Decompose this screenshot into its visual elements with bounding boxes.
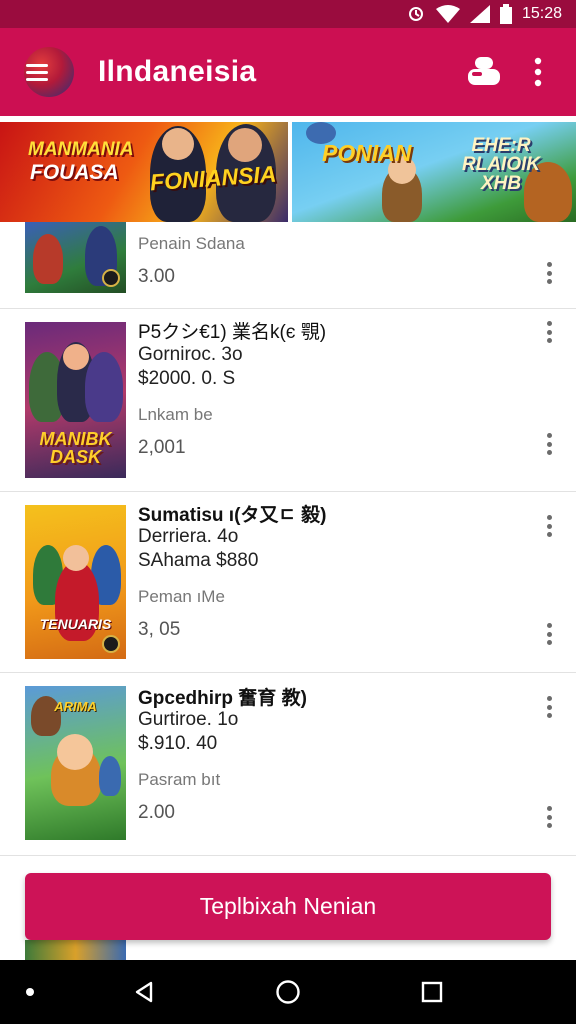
item-thumbnail: MANIBK DASK (25, 322, 126, 478)
item-thumbnail (25, 222, 126, 293)
app-bar: Ilndaneisia (0, 28, 576, 116)
promo-2-subtitle: EHE:R RLAIOIK XHB (462, 135, 541, 194)
item-label: Peman ıMe (138, 587, 225, 606)
list-item[interactable]: Penain Sdana 3.00 (0, 222, 576, 309)
sync-icon (406, 5, 426, 23)
status-bar: 15:28 (0, 0, 576, 28)
more-vert-icon[interactable] (540, 319, 558, 345)
clock: 15:28 (521, 5, 562, 22)
more-vert-icon[interactable] (540, 621, 558, 647)
item-title: Sumatisu ı(タ又ㄷ 毅) (138, 505, 327, 526)
wifi-icon (435, 5, 460, 23)
profile-icon[interactable] (462, 50, 506, 94)
item-price: $2000. 0. S (138, 368, 236, 389)
promo-1-title: MANMANIA (28, 139, 134, 160)
system-nav-bar (0, 960, 576, 1024)
promo-banner: MANMANIA FOUASA FONIANSIA PONIAN EHE:R R… (0, 122, 576, 222)
list-item[interactable]: ARIMA Gpcedhirp 奮育 教) Gurtiroe. 1o $.910… (0, 673, 576, 856)
more-vert-icon[interactable] (540, 804, 558, 830)
promo-2-title: PONIAN (322, 140, 412, 166)
next-item-peek (0, 940, 576, 960)
more-vert-icon[interactable] (540, 431, 558, 457)
back-icon[interactable] (128, 976, 160, 1008)
promo-1-subtitle: FOUASA (30, 161, 119, 184)
more-vert-icon[interactable] (540, 694, 558, 720)
item-label: Pasram bıt (138, 770, 221, 789)
more-vert-icon[interactable] (516, 50, 560, 94)
thumbnail-title: MANIBK DASK (39, 429, 112, 467)
recents-icon[interactable] (416, 976, 448, 1008)
item-price: SAhama $880 (138, 550, 259, 571)
battery-icon (499, 4, 512, 24)
more-vert-icon[interactable] (540, 260, 558, 286)
thumbnail-title: ARIMA (54, 699, 97, 714)
app-title: Ilndaneisia (98, 55, 257, 88)
primary-action-button[interactable]: Teplbixah Nenian (25, 873, 551, 940)
signal-icon (469, 5, 490, 23)
item-label: Penain Sdana (138, 234, 245, 253)
list-item[interactable]: MANIBK DASK P5クシ€1) 業名k(є 覨) Gorniroc. 3… (0, 309, 576, 492)
item-subtitle: Derriera. 4o (138, 526, 239, 547)
item-thumbnail: TENUARIS (25, 505, 126, 659)
game-list: Penain Sdana 3.00 MANIBK DASK P5クシ€1) 業名… (0, 222, 576, 856)
list-item[interactable]: TENUARIS Sumatisu ı(タ又ㄷ 毅) Derriera. 4o … (0, 492, 576, 673)
item-subtitle: Gorniroc. 3o (138, 344, 243, 365)
home-icon[interactable] (272, 976, 304, 1008)
promo-card-2[interactable]: PONIAN EHE:R RLAIOIK XHB (292, 122, 576, 222)
thumbnail-title: TENUARIS (39, 616, 112, 632)
item-value: 3.00 (138, 266, 175, 287)
screen: 15:28 Ilndaneisia MANMANIA FOUASA FONIAN… (0, 0, 576, 1024)
item-value: 2,001 (138, 437, 186, 458)
item-label: Lnkam be (138, 405, 213, 424)
menu-icon[interactable] (24, 47, 74, 97)
more-vert-icon[interactable] (540, 513, 558, 539)
item-subtitle: Gurtiroe. 1o (138, 709, 239, 730)
promo-card-1[interactable]: MANMANIA FOUASA FONIANSIA (0, 122, 288, 222)
nav-dot-icon (14, 976, 46, 1008)
item-price: $.910. 40 (138, 733, 218, 754)
item-value: 3, 05 (138, 619, 181, 640)
item-thumbnail: ARIMA (25, 686, 126, 840)
item-title: Gpcedhirp 奮育 教) (138, 688, 307, 709)
item-title: P5クシ€1) 業名k(є 覨) (138, 322, 327, 343)
item-value: 2.00 (138, 802, 175, 823)
